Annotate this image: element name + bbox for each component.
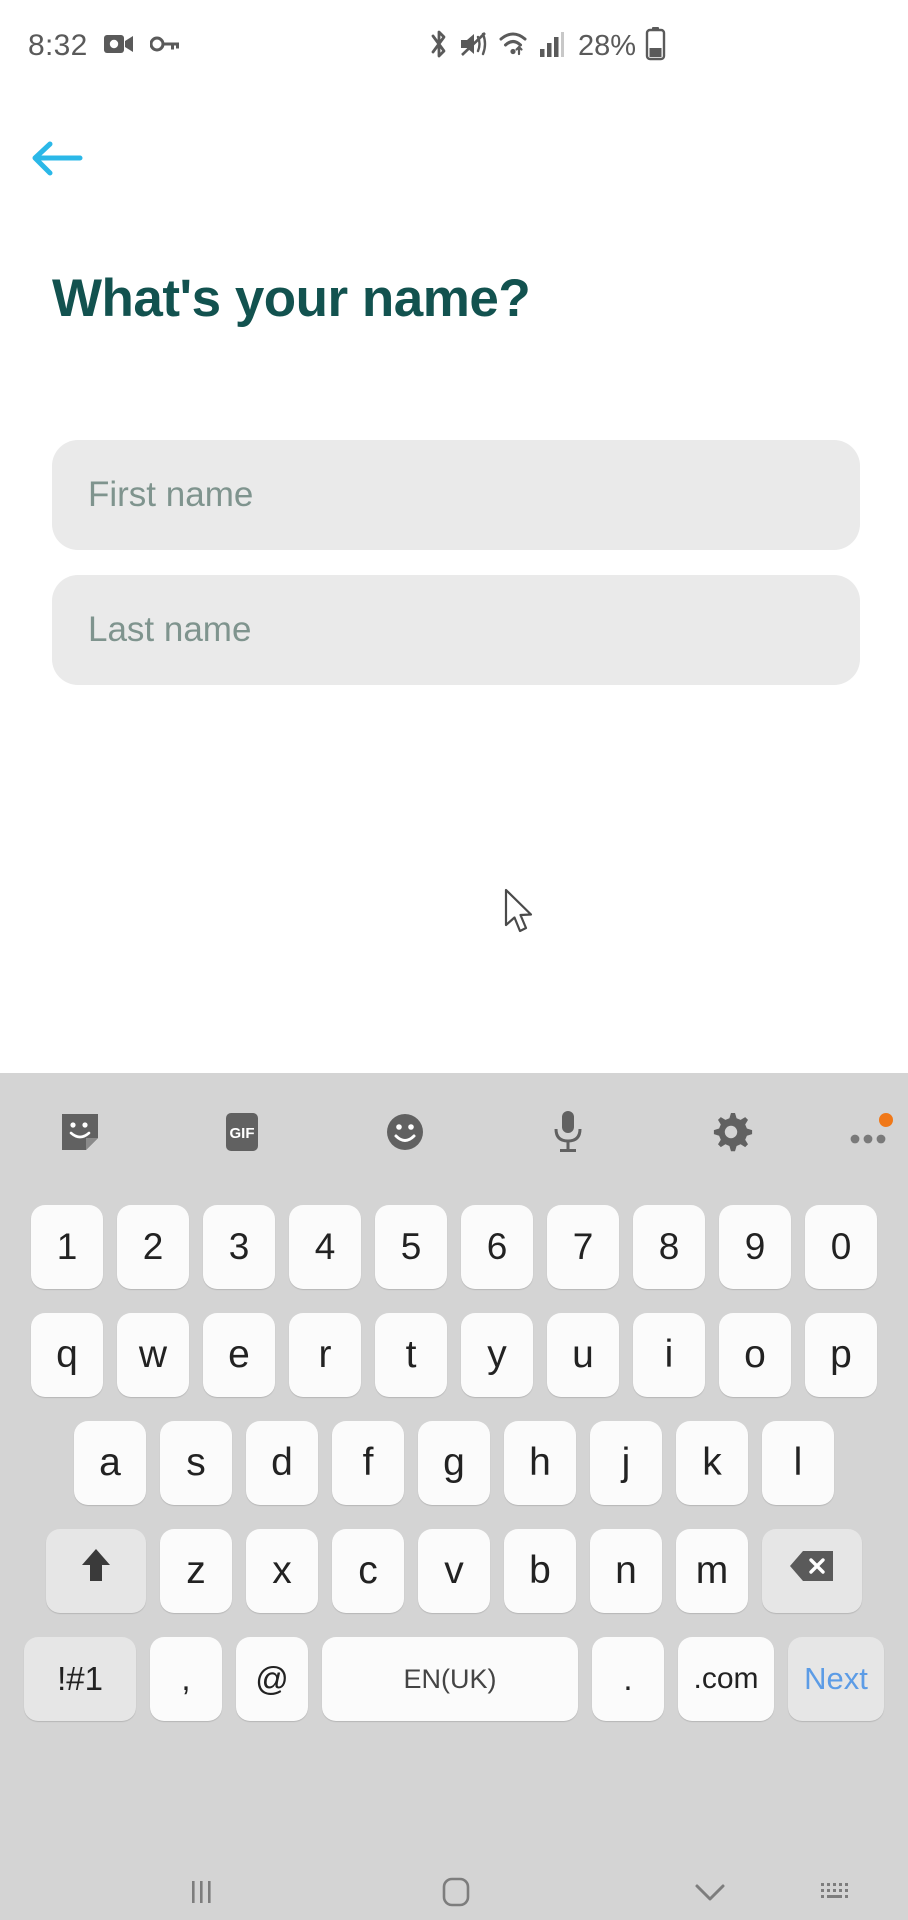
key-a[interactable]: a bbox=[74, 1421, 146, 1505]
key-x[interactable]: x bbox=[246, 1529, 318, 1613]
key-9[interactable]: 9 bbox=[719, 1205, 791, 1289]
status-bar-right: 28% bbox=[428, 26, 667, 66]
symbols-key[interactable]: !#1 bbox=[24, 1637, 136, 1721]
key-3[interactable]: 3 bbox=[203, 1205, 275, 1289]
key-j[interactable]: j bbox=[590, 1421, 662, 1505]
key-i[interactable]: i bbox=[633, 1313, 705, 1397]
key-g[interactable]: g bbox=[418, 1421, 490, 1505]
wifi-icon bbox=[498, 29, 530, 64]
status-clock: 8:32 bbox=[28, 29, 88, 62]
key-n[interactable]: n bbox=[590, 1529, 662, 1613]
keyboard-row-bottom: !#1 , @ EN(UK) . .com Next bbox=[0, 1629, 908, 1729]
name-form bbox=[52, 440, 860, 710]
mouse-cursor bbox=[503, 888, 537, 936]
key-f[interactable]: f bbox=[332, 1421, 404, 1505]
keyboard-row-numbers: 1 2 3 4 5 6 7 8 9 0 bbox=[0, 1197, 908, 1297]
dotcom-key[interactable]: .com bbox=[678, 1637, 774, 1721]
battery-percent-label: 28% bbox=[578, 29, 637, 62]
svg-text:GIF: GIF bbox=[230, 1125, 255, 1142]
recent-apps-icon[interactable] bbox=[166, 1867, 238, 1917]
key-7[interactable]: 7 bbox=[547, 1205, 619, 1289]
key-4[interactable]: 4 bbox=[289, 1205, 361, 1289]
screen-record-icon bbox=[103, 31, 134, 62]
period-key[interactable]: . bbox=[592, 1637, 664, 1721]
key-8[interactable]: 8 bbox=[633, 1205, 705, 1289]
key-1[interactable]: 1 bbox=[31, 1205, 103, 1289]
chevron-down-icon[interactable] bbox=[674, 1867, 746, 1917]
key-6[interactable]: 6 bbox=[461, 1205, 533, 1289]
home-icon[interactable] bbox=[420, 1867, 492, 1917]
key-p[interactable]: p bbox=[805, 1313, 877, 1397]
key-z[interactable]: z bbox=[160, 1529, 232, 1613]
page-title: What's your name? bbox=[52, 269, 531, 328]
key-u[interactable]: u bbox=[547, 1313, 619, 1397]
microphone-icon[interactable] bbox=[533, 1097, 603, 1167]
space-key[interactable]: EN(UK) bbox=[322, 1637, 578, 1721]
status-bar-left: 8:32 bbox=[28, 29, 180, 63]
key-m[interactable]: m bbox=[676, 1529, 748, 1613]
key-k[interactable]: k bbox=[676, 1421, 748, 1505]
key-o[interactable]: o bbox=[719, 1313, 791, 1397]
keyboard-switch-icon[interactable] bbox=[800, 1867, 872, 1917]
status-bar: 8:32 28% bbox=[0, 0, 908, 92]
key-2[interactable]: 2 bbox=[117, 1205, 189, 1289]
shift-arrow-icon bbox=[77, 1545, 115, 1597]
key-v[interactable]: v bbox=[418, 1529, 490, 1613]
keyboard-toolbar: GIF bbox=[0, 1073, 908, 1191]
first-name-input[interactable] bbox=[52, 440, 860, 550]
more-options-icon[interactable] bbox=[838, 1097, 908, 1167]
settings-gear-icon[interactable] bbox=[696, 1097, 766, 1167]
key-l[interactable]: l bbox=[762, 1421, 834, 1505]
keyboard-row-qwerty: q w e r t y u i o p bbox=[0, 1305, 908, 1405]
key-r[interactable]: r bbox=[289, 1313, 361, 1397]
key-h[interactable]: h bbox=[504, 1421, 576, 1505]
key-c[interactable]: c bbox=[332, 1529, 404, 1613]
phone-screen: 8:32 28% What's your name? First name La… bbox=[0, 0, 908, 1920]
vpn-key-icon bbox=[149, 34, 180, 59]
key-w[interactable]: w bbox=[117, 1313, 189, 1397]
keyboard-row-asdf: a s d f g h j k l bbox=[0, 1413, 908, 1513]
gif-icon[interactable]: GIF bbox=[207, 1097, 277, 1167]
key-e[interactable]: e bbox=[203, 1313, 275, 1397]
back-arrow-icon bbox=[28, 136, 86, 185]
vibrate-mute-icon bbox=[459, 28, 489, 65]
key-d[interactable]: d bbox=[246, 1421, 318, 1505]
bluetooth-icon bbox=[428, 28, 450, 65]
backspace-key[interactable] bbox=[762, 1529, 862, 1613]
system-navigation-bar bbox=[0, 1863, 908, 1920]
sticker-icon[interactable] bbox=[45, 1097, 115, 1167]
battery-icon bbox=[645, 26, 667, 66]
backspace-icon bbox=[788, 1548, 836, 1594]
comma-key[interactable]: , bbox=[150, 1637, 222, 1721]
key-t[interactable]: t bbox=[375, 1313, 447, 1397]
key-0[interactable]: 0 bbox=[805, 1205, 877, 1289]
keyboard-row-zxcv: z x c v b n m bbox=[0, 1521, 908, 1621]
key-s[interactable]: s bbox=[160, 1421, 232, 1505]
back-button[interactable] bbox=[28, 128, 100, 192]
last-name-input[interactable] bbox=[52, 575, 860, 685]
key-b[interactable]: b bbox=[504, 1529, 576, 1613]
emoji-icon[interactable] bbox=[370, 1097, 440, 1167]
on-screen-keyboard: GIF 1 2 3 4 5 6 7 8 9 0 q w e r t y u i … bbox=[0, 1073, 908, 1863]
key-5[interactable]: 5 bbox=[375, 1205, 447, 1289]
next-key[interactable]: Next bbox=[788, 1637, 884, 1721]
at-key[interactable]: @ bbox=[236, 1637, 308, 1721]
shift-key[interactable] bbox=[46, 1529, 146, 1613]
key-q[interactable]: q bbox=[31, 1313, 103, 1397]
cellular-signal-icon bbox=[539, 30, 565, 63]
key-y[interactable]: y bbox=[461, 1313, 533, 1397]
